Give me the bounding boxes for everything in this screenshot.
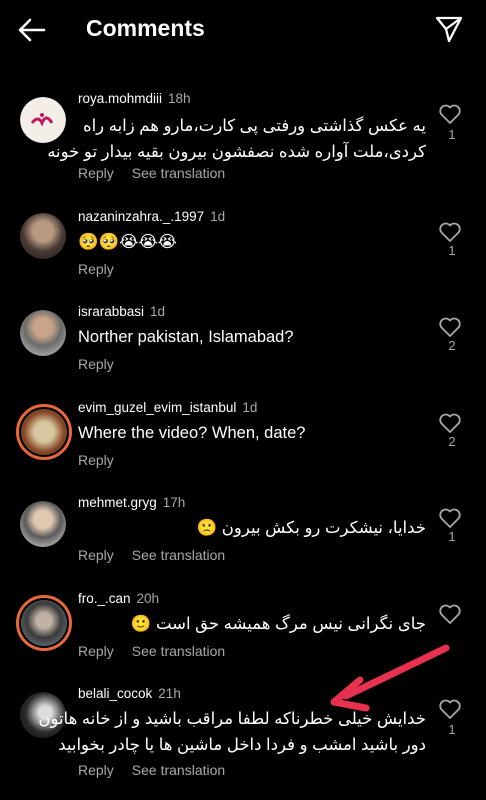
back-arrow-icon[interactable] [16,14,48,46]
timestamp: 21h [158,686,181,701]
comment-text: 🥺🥺😭😭😭 [78,233,177,251]
send-icon[interactable] [434,14,464,44]
avatar[interactable] [20,310,66,356]
header: Comments [0,0,486,60]
reply-button[interactable]: Reply [78,762,114,778]
comment-item: roya.mohmdiii 18h یه عکس گذاشتی ورفتی پی … [0,85,486,185]
comment-text: Norther pakistan, Islamabad? [78,328,294,346]
reply-button[interactable]: Reply [78,452,114,468]
timestamp: 20h [136,591,160,606]
username[interactable]: mehmet.gryg [78,495,157,510]
timestamp: 1d [242,400,258,415]
comment-item: israrabbasi 1d Norther pakistan, Islamaba… [0,300,486,380]
timestamp: 1d [210,209,226,224]
like-count: 1 [448,243,456,258]
annotation-arrow-icon [330,644,450,712]
timestamp: 18h [168,91,191,106]
comment-item: nazaninzahra._.1997 1d 🥺🥺😭😭😭 Reply 1 [0,205,486,285]
like-count: 1 [448,722,456,737]
reply-button[interactable]: Reply [78,547,114,563]
username[interactable]: roya.mohmdiii [78,91,162,106]
avatar[interactable] [16,595,72,651]
comment-item: evim_guzel_evim_istanbul 1d Where the vid… [0,396,486,476]
reply-button[interactable]: Reply [78,356,114,372]
username[interactable]: israrabbasi [78,304,144,319]
heart-icon[interactable] [438,103,462,125]
comment-text: یه عکس گذاشتی ورفتی پی کارت،مارو هم زابه… [47,117,426,161]
heart-icon[interactable] [438,221,462,243]
see-translation-button[interactable]: See translation [132,762,225,778]
comment-text: Where the video? When, date? [78,424,306,442]
avatar[interactable] [20,213,66,259]
avatar[interactable] [16,404,72,460]
username[interactable]: nazaninzahra._.1997 [78,209,204,224]
username[interactable]: belali_cocok [78,686,152,701]
heart-icon[interactable] [438,603,462,625]
page-title: Comments [86,15,205,41]
like-count: 1 [448,127,456,142]
see-translation-button[interactable]: See translation [132,165,225,181]
reply-button[interactable]: Reply [78,261,114,277]
comment-text: جای نگرانی نیس مرگ همیشه حق است 🙂 [130,615,426,633]
like-count: 2 [448,338,456,353]
timestamp: 1d [150,304,166,319]
username[interactable]: evim_guzel_evim_istanbul [78,400,236,415]
reply-button[interactable]: Reply [78,165,114,181]
username[interactable]: fro._.can [78,591,131,606]
reply-button[interactable]: Reply [78,643,114,659]
like-count: 2 [448,434,456,449]
comment-text: خدایا، نیشکرت رو بکش بیرون 🙁 [196,519,426,537]
heart-icon[interactable] [438,507,462,529]
see-translation-button[interactable]: See translation [132,643,225,659]
heart-icon[interactable] [438,412,462,434]
timestamp: 17h [162,495,186,510]
see-translation-button[interactable]: See translation [132,547,225,563]
avatar[interactable] [20,501,66,547]
like-count: 1 [448,529,456,544]
comment-item: mehmet.gryg 17h خدایا، نیشکرت رو بکش بیرو… [0,491,486,571]
heart-icon[interactable] [438,316,462,338]
